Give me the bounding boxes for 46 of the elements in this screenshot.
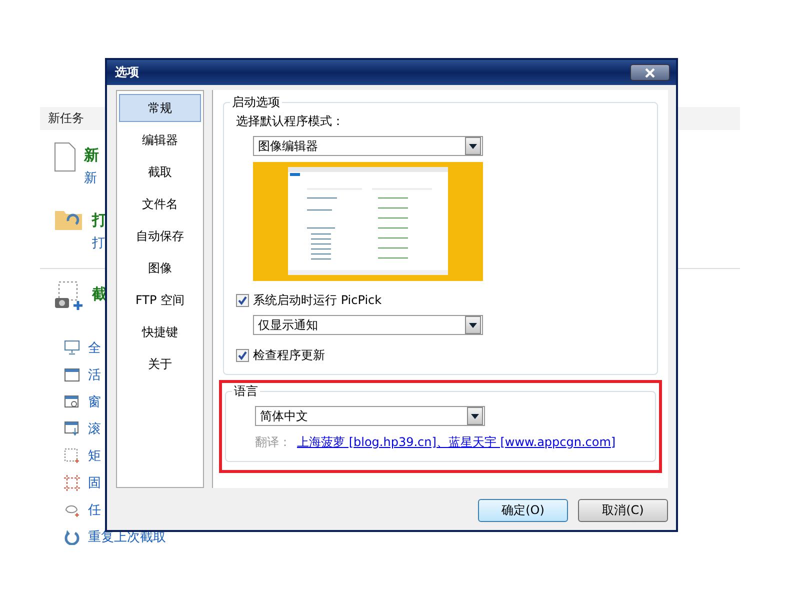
category-item[interactable]: 文件名 (119, 190, 201, 218)
task-title[interactable]: 打 (92, 211, 107, 230)
credit-link[interactable]: 上海菠萝 [blog.hp39.cn]、蓝星天宇 [www.appcgn.com] (297, 434, 616, 451)
monitor-icon (64, 340, 80, 355)
dropdown-arrow-icon (471, 414, 479, 418)
window-icon (64, 368, 80, 382)
region-icon (64, 448, 80, 464)
capture-option-link[interactable]: 滚 (88, 420, 101, 438)
category-item[interactable]: 截取 (119, 158, 201, 186)
capture-option-link[interactable]: 固 (88, 474, 101, 492)
category-item[interactable]: FTP 空间 (119, 286, 201, 314)
mode-dropdown[interactable]: 图像编辑器 (253, 136, 483, 156)
checkbox[interactable] (236, 294, 249, 307)
camera-capture-icon (54, 281, 84, 311)
checkbox[interactable] (236, 349, 249, 362)
capture-option-link[interactable]: 全 (88, 338, 101, 356)
language-dropdown[interactable]: 简体中文 (255, 406, 485, 426)
dialog-button[interactable]: 确定(O) (478, 499, 568, 522)
task-link[interactable]: 打 (92, 234, 107, 252)
dialog-button[interactable]: 取消(C) (578, 499, 668, 522)
capture-option-link[interactable]: 矩 (88, 446, 101, 464)
category-item[interactable]: 图像 (119, 254, 201, 282)
close-icon (645, 68, 655, 78)
field-label: 选择默认程序模式： (236, 113, 345, 130)
close-button[interactable] (630, 64, 670, 81)
checkbox-label: 系统启动时运行 PicPick (253, 292, 382, 309)
capture-option-link[interactable]: 任 (88, 500, 101, 518)
window-title: 选项 (115, 64, 139, 81)
task-title[interactable]: 新 (84, 146, 99, 165)
dropdown-arrow-icon (469, 144, 477, 148)
task-link[interactable]: 新 (84, 169, 99, 187)
category-item[interactable]: 自动保存 (119, 222, 201, 250)
capture-option-link[interactable]: 活 (88, 366, 101, 384)
group-title: 语言 (233, 383, 259, 400)
notify-dropdown[interactable]: 仅显示通知 (253, 315, 483, 335)
category-item[interactable]: 关于 (119, 350, 201, 378)
capture-option-link[interactable]: 窗 (88, 392, 101, 410)
repeat-icon (64, 528, 80, 544)
checkbox-label: 检查程序更新 (253, 347, 325, 364)
category-item[interactable]: 常规 (119, 94, 201, 122)
credit-label: 翻译： (255, 434, 291, 451)
category-item[interactable]: 快捷键 (119, 318, 201, 346)
dropdown-arrow-icon (469, 322, 477, 328)
document-icon (54, 142, 76, 172)
window-search-icon (64, 394, 80, 408)
fixed-region-icon (64, 474, 80, 490)
